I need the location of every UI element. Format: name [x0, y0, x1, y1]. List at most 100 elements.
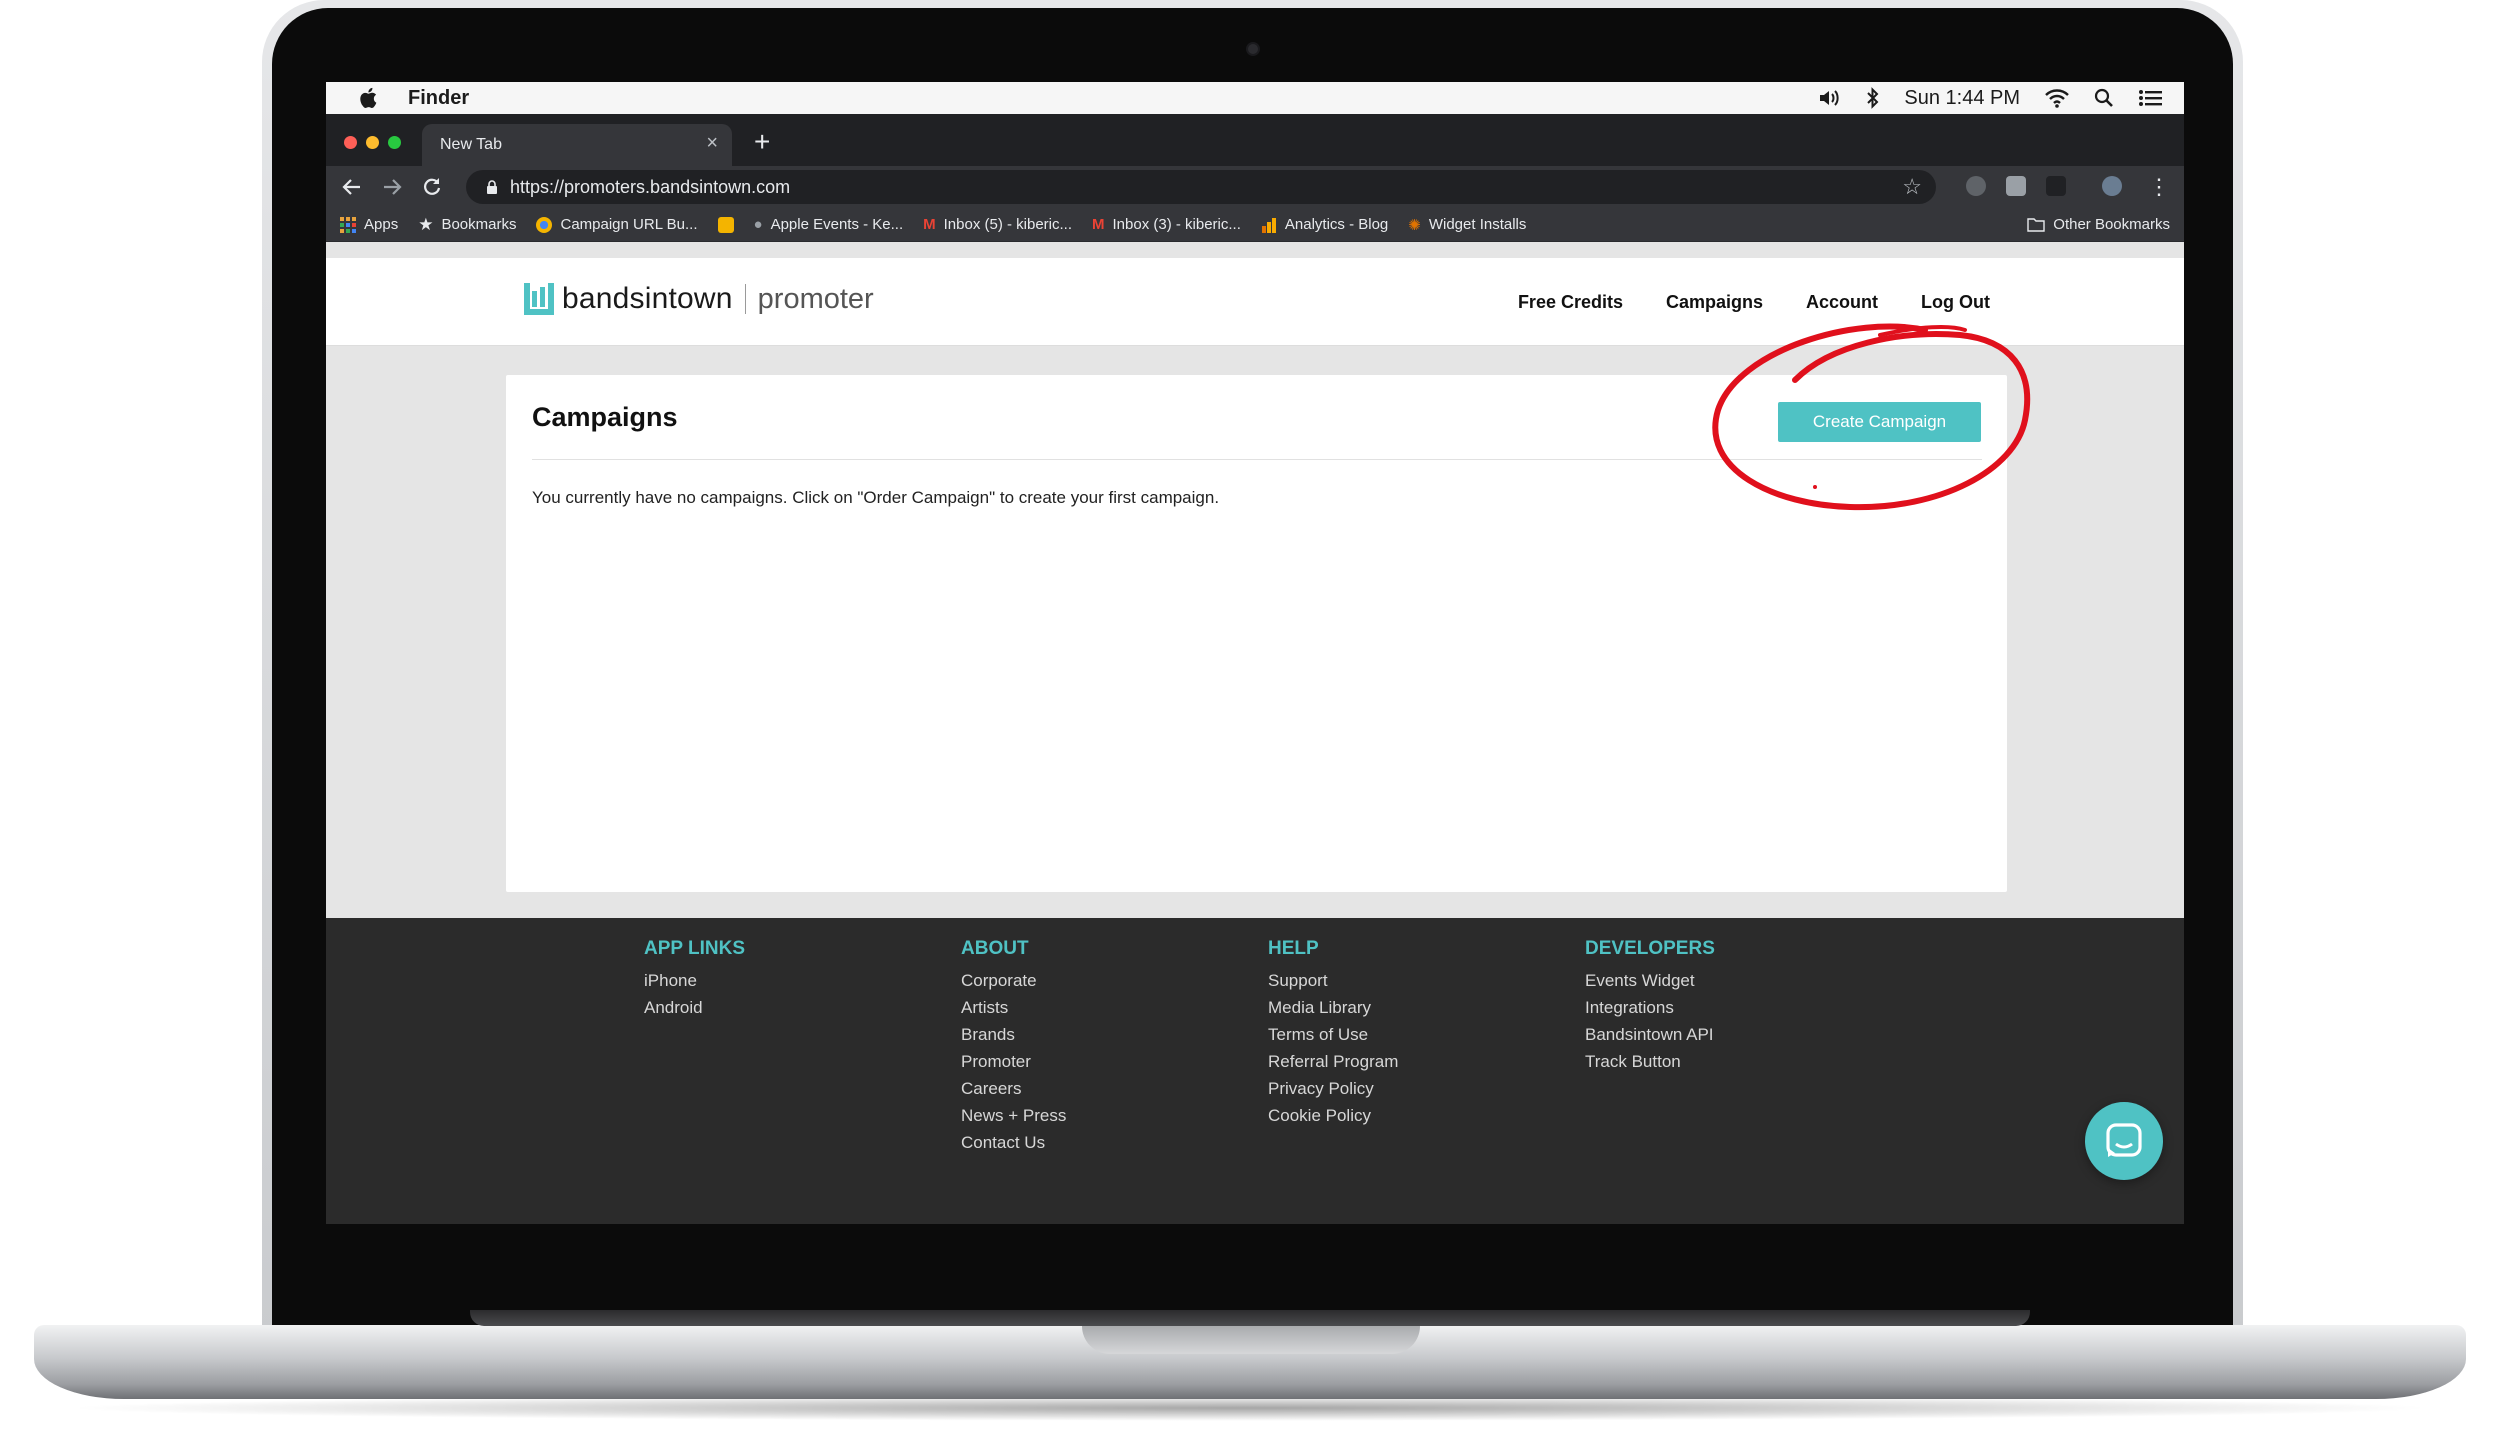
apps-grid-icon: [340, 216, 356, 233]
page-title: Campaigns: [532, 402, 678, 432]
bluetooth-icon[interactable]: [1866, 87, 1880, 109]
extension-s-icon[interactable]: [2006, 176, 2026, 196]
window-zoom-button[interactable]: [388, 136, 401, 149]
bookmark-star-icon[interactable]: ☆: [1902, 174, 1922, 200]
folder-icon: [2027, 217, 2045, 232]
control-center-icon[interactable]: [2138, 88, 2164, 108]
bookmark-bookmarks[interactable]: ★ Bookmarks: [418, 215, 516, 235]
bookmark-campaign-url[interactable]: Campaign URL Bu...: [536, 216, 698, 233]
bookmark-label: Apple Events - Ke...: [770, 216, 904, 233]
footer-column-developers: DEVELOPERS Events Widget Integrations Ba…: [1585, 938, 1715, 1075]
window-minimize-button[interactable]: [366, 136, 379, 149]
analytics-icon: [1261, 217, 1276, 233]
chrome-menu-icon[interactable]: ⋮: [2148, 172, 2170, 202]
nav-free-credits[interactable]: Free Credits: [1518, 292, 1623, 313]
globe-icon: [536, 216, 553, 233]
footer-link-privacy-policy[interactable]: Privacy Policy: [1268, 1075, 1398, 1102]
create-campaign-button[interactable]: Create Campaign: [1778, 402, 1981, 442]
other-bookmarks[interactable]: Other Bookmarks: [2027, 216, 2170, 233]
footer-link-artists[interactable]: Artists: [961, 994, 1066, 1021]
menubar-app-name[interactable]: Finder: [408, 87, 469, 110]
footer-link-cookie-policy[interactable]: Cookie Policy: [1268, 1102, 1398, 1129]
bookmark-label: Analytics - Blog: [1284, 216, 1389, 233]
apple-icon[interactable]: [358, 87, 378, 109]
extension-chrome-icon[interactable]: [1966, 176, 1986, 196]
chrome-tab-strip: New Tab × +: [326, 114, 2184, 166]
new-tab-button[interactable]: +: [754, 128, 770, 156]
volume-icon[interactable]: [1818, 88, 1842, 108]
footer-link-iphone[interactable]: iPhone: [644, 967, 745, 994]
footer-link-track-button[interactable]: Track Button: [1585, 1048, 1715, 1075]
footer-link-news-press[interactable]: News + Press: [961, 1102, 1066, 1129]
empty-state-message: You currently have no campaigns. Click o…: [532, 488, 1220, 507]
footer-link-brands[interactable]: Brands: [961, 1021, 1066, 1048]
bookmark-label: Inbox (3) - kiberic...: [1112, 216, 1241, 233]
bookmark-label: Campaign URL Bu...: [560, 216, 698, 233]
wifi-icon[interactable]: [2044, 88, 2070, 108]
bookmark-label: Bookmarks: [441, 216, 517, 233]
chat-launcher-button[interactable]: [2085, 1102, 2163, 1180]
footer-column-app-links: APP LINKS iPhone Android: [644, 938, 745, 1021]
tab-new-tab[interactable]: New Tab ×: [422, 124, 732, 166]
footer-link-careers[interactable]: Careers: [961, 1075, 1066, 1102]
tab-title: New Tab: [440, 136, 502, 153]
tab-close-icon[interactable]: ×: [706, 132, 718, 155]
footer-link-promoter[interactable]: Promoter: [961, 1048, 1066, 1075]
bookmark-label: Widget Installs: [1428, 216, 1527, 233]
nav-account[interactable]: Account: [1806, 292, 1878, 313]
brand-divider: [744, 284, 746, 314]
footer-column-help: HELP Support Media Library Terms of Use …: [1268, 938, 1398, 1129]
apple-icon: ●: [753, 216, 763, 233]
footer-link-events-widget[interactable]: Events Widget: [1585, 967, 1715, 994]
footer-link-integrations[interactable]: Integrations: [1585, 994, 1715, 1021]
bookmark-label: Inbox (5) - kiberic...: [943, 216, 1073, 233]
bandsintown-logo[interactable]: bandsintown promoter: [524, 282, 874, 316]
bookmark-apple-events[interactable]: ● Apple Events - Ke...: [754, 216, 904, 233]
footer-link-referral-program[interactable]: Referral Program: [1268, 1048, 1398, 1075]
brand-sub: promoter: [757, 282, 874, 315]
footer-column-about: ABOUT Corporate Artists Brands Promoter …: [961, 938, 1066, 1156]
gmail-icon: M: [1092, 216, 1105, 233]
footer-link-bandsintown-api[interactable]: Bandsintown API: [1585, 1021, 1715, 1048]
forward-arrow-icon[interactable]: [382, 177, 402, 197]
menubar-clock[interactable]: Sun 1:44 PM: [1904, 87, 2020, 110]
address-url: https://promoters.bandsintown.com: [510, 176, 791, 197]
reload-icon[interactable]: [422, 177, 442, 197]
bookmark-widget-installs[interactable]: ✺ Widget Installs: [1408, 216, 1526, 234]
bookmark-slides[interactable]: [717, 216, 734, 233]
bookmark-apps[interactable]: Apps: [340, 216, 398, 233]
nav-log-out[interactable]: Log Out: [1921, 292, 1990, 313]
star-icon: ★: [418, 214, 434, 234]
footer-heading: HELP: [1268, 938, 1319, 959]
footer-link-contact-us[interactable]: Contact Us: [961, 1129, 1066, 1156]
footer-heading: APP LINKS: [644, 938, 746, 959]
campaigns-card: Campaigns Create Campaign You currently …: [506, 375, 2007, 892]
address-bar[interactable]: https://promoters.bandsintown.com ☆: [466, 170, 1936, 204]
window-close-button[interactable]: [344, 136, 357, 149]
brand-name: bandsintown: [562, 282, 733, 315]
footer-heading: DEVELOPERS: [1585, 938, 1715, 959]
footer-link-terms-of-use[interactable]: Terms of Use: [1268, 1021, 1398, 1048]
chrome-toolbar: https://promoters.bandsintown.com ☆ ⋮: [326, 166, 2184, 208]
footer-link-support[interactable]: Support: [1268, 967, 1398, 994]
camera-icon: [1246, 42, 1260, 56]
nav-campaigns[interactable]: Campaigns: [1666, 292, 1763, 313]
extension-pin-icon[interactable]: [2046, 176, 2066, 196]
lock-icon: [487, 180, 497, 194]
laptop-notch: [1082, 1326, 1420, 1354]
widget-icon: ✺: [1408, 216, 1421, 234]
bandsintown-logo-icon: [524, 283, 554, 315]
card-divider: [532, 459, 1982, 460]
spotlight-icon[interactable]: [2094, 88, 2114, 108]
chat-icon: [2106, 1123, 2142, 1157]
bookmark-inbox-3[interactable]: M Inbox (3) - kiberic...: [1092, 216, 1241, 233]
bookmark-analytics[interactable]: Analytics - Blog: [1261, 216, 1388, 233]
footer-link-corporate[interactable]: Corporate: [961, 967, 1066, 994]
bookmark-inbox-5[interactable]: M Inbox (5) - kiberic...: [923, 216, 1072, 233]
profile-avatar[interactable]: [2102, 176, 2122, 196]
other-bookmarks-label: Other Bookmarks: [2053, 216, 2170, 233]
footer-heading: ABOUT: [961, 938, 1029, 959]
footer-link-media-library[interactable]: Media Library: [1268, 994, 1398, 1021]
footer-link-android[interactable]: Android: [644, 994, 745, 1021]
back-arrow-icon[interactable]: [342, 177, 362, 197]
